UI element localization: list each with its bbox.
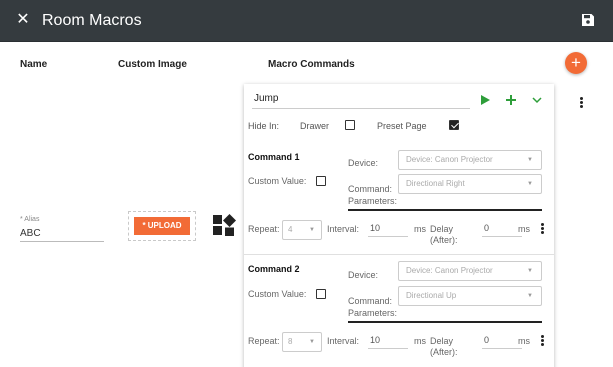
play-icon[interactable] [478, 93, 492, 107]
delay-input[interactable]: 0 [482, 223, 522, 237]
alias-input[interactable] [20, 226, 104, 242]
command-select[interactable]: Directional Right ▼ [398, 174, 542, 194]
macro-name[interactable]: Jump [254, 93, 278, 104]
column-header-name: Name [20, 59, 48, 70]
parameters-input-underline[interactable] [348, 321, 542, 323]
preset-page-checkbox[interactable] [449, 120, 459, 130]
device-label: Device: [348, 158, 379, 168]
delay-label-after: (After): [430, 235, 458, 245]
close-icon[interactable]: ✕ [14, 11, 32, 29]
device-label: Device: [348, 270, 379, 280]
chevron-down-icon[interactable] [530, 93, 544, 107]
upload-dropzone[interactable]: * UPLOAD [128, 211, 196, 241]
page-title: Room Macros [42, 12, 142, 29]
caret-down-icon: ▼ [527, 157, 533, 163]
caret-down-icon: ▼ [527, 268, 533, 274]
column-header-custom-image: Custom Image [118, 59, 187, 70]
column-header-macro-commands: Macro Commands [268, 59, 355, 70]
top-app-bar: ✕ Room Macros [0, 0, 613, 42]
device-select-value: Device: Canon Projector [406, 155, 493, 164]
command-title: Command 1 [248, 152, 300, 162]
delay-label-after: (After): [430, 347, 458, 357]
more-vertical-icon[interactable] [539, 334, 545, 348]
device-select[interactable]: Device: Canon Projector ▼ [398, 261, 542, 281]
command-divider [244, 254, 554, 255]
add-macro-button[interactable]: + [565, 52, 587, 74]
drawer-label: Drawer [300, 121, 330, 131]
more-vertical-icon[interactable] [539, 222, 545, 236]
macro-more-vertical-icon[interactable] [578, 96, 584, 110]
command-label: Command: [348, 296, 393, 306]
drawer-checkbox[interactable] [345, 120, 355, 130]
save-icon[interactable] [581, 13, 595, 27]
parameters-input-underline[interactable] [348, 209, 542, 211]
caret-down-icon: ▼ [527, 293, 533, 299]
repeat-label: Repeat: [248, 336, 280, 346]
custom-value-checkbox[interactable] [316, 176, 326, 186]
interval-label: Interval: [327, 224, 360, 234]
command-title: Command 2 [248, 264, 300, 274]
repeat-value: 4 [288, 225, 293, 234]
interval-unit: ms [414, 224, 426, 234]
hide-in-label: Hide In: [248, 121, 280, 131]
upload-button[interactable]: * UPLOAD [134, 217, 190, 235]
macro-card: Jump Hide In: Drawer Preset Page Command… [244, 84, 554, 367]
delay-label: Delay [430, 336, 454, 346]
interval-input[interactable]: 10 [368, 223, 408, 237]
caret-down-icon: ▼ [527, 181, 533, 187]
device-select[interactable]: Device: Canon Projector ▼ [398, 150, 542, 170]
alias-label: * Alias [20, 216, 40, 223]
interval-input[interactable]: 10 [368, 335, 408, 349]
command-select[interactable]: Directional Up ▼ [398, 286, 542, 306]
macro-name-underline [252, 108, 470, 109]
plus-icon[interactable] [504, 93, 518, 107]
delay-unit: ms [518, 336, 530, 346]
custom-value-label: Custom Value: [248, 289, 307, 299]
custom-value-label: Custom Value: [248, 176, 307, 186]
command-select-value: Directional Up [406, 291, 457, 300]
delay-unit: ms [518, 224, 530, 234]
delay-input[interactable]: 0 [482, 335, 522, 349]
delay-label: Delay [430, 224, 454, 234]
shapes-image-icon [213, 214, 236, 236]
device-select-value: Device: Canon Projector [406, 266, 493, 275]
caret-down-icon: ▼ [309, 339, 315, 345]
command-label: Command: [348, 184, 393, 194]
parameters-label: Parameters: [348, 196, 398, 206]
parameters-label: Parameters: [348, 308, 398, 318]
custom-value-checkbox[interactable] [316, 289, 326, 299]
repeat-label: Repeat: [248, 224, 280, 234]
command-select-value: Directional Right [406, 179, 465, 188]
repeat-select[interactable]: 8 ▼ [282, 332, 322, 352]
caret-down-icon: ▼ [309, 227, 315, 233]
interval-unit: ms [414, 336, 426, 346]
preset-page-label: Preset Page [377, 121, 427, 131]
repeat-select[interactable]: 4 ▼ [282, 220, 322, 240]
repeat-value: 8 [288, 337, 293, 346]
interval-label: Interval: [327, 336, 360, 346]
